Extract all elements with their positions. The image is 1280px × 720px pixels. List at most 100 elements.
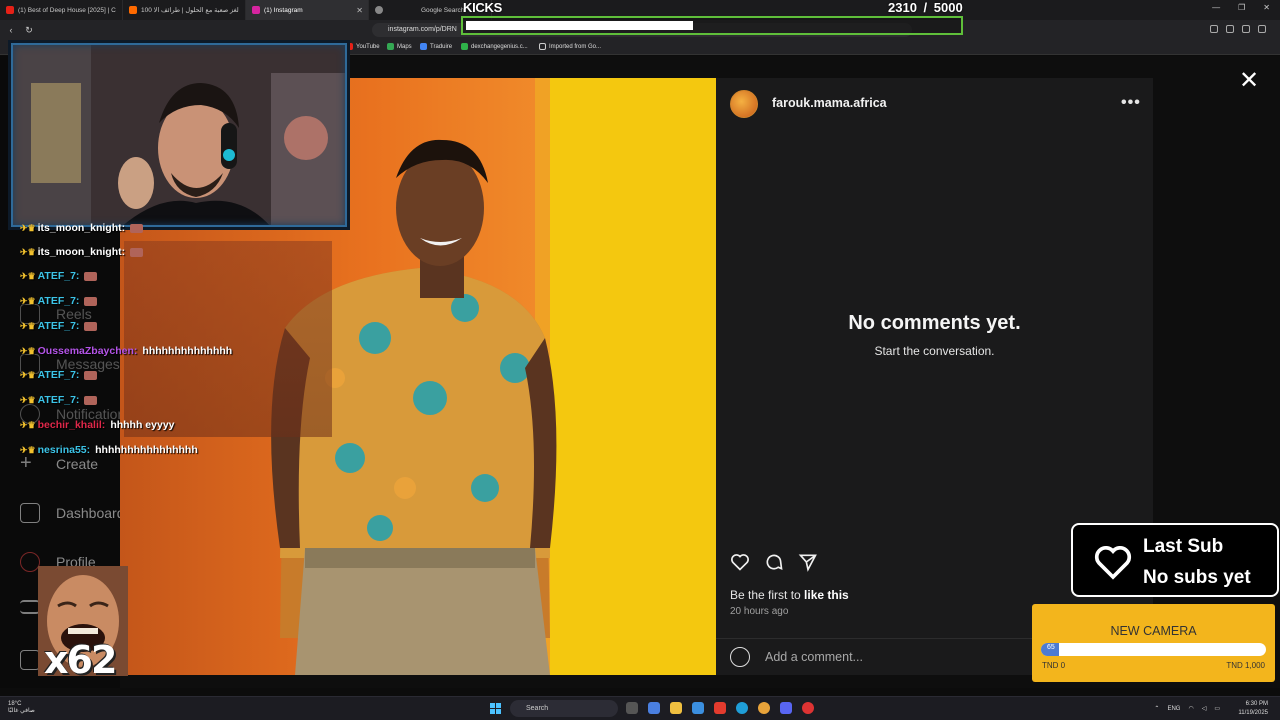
close-window-icon[interactable]: ✕ (1263, 3, 1270, 12)
battery-icon[interactable]: ▭ (1214, 705, 1220, 712)
close-modal-icon[interactable]: ✕ (1238, 69, 1260, 93)
copilot-icon[interactable] (648, 702, 660, 714)
windows-taskbar: 18°C صافي غالبًا Search ⌃ ENG ◠ ◁ ▭ 6:30… (0, 696, 1280, 720)
brave-browser-icon[interactable] (714, 702, 726, 714)
kicks-current: 2310 (888, 0, 917, 15)
chat-emote-icon (130, 247, 144, 257)
sidebar-item-more[interactable] (20, 600, 40, 614)
toolbar-icons (1210, 25, 1266, 33)
chat-username: nesrina55: (37, 444, 91, 456)
kicks-separator: / (923, 0, 928, 15)
chat-emote-icon (84, 321, 98, 331)
grid-icon (20, 650, 40, 670)
tab-riddles[interactable]: 100 لغز صعبة مع الحلول | طرائف الا (123, 0, 246, 20)
taskbar-clock[interactable]: 6:30 PM 11/19/2025 (1238, 700, 1268, 718)
chat-background (124, 241, 332, 437)
system-tray: ⌃ ENG ◠ ◁ ▭ (1154, 705, 1220, 713)
minimize-icon[interactable]: — (1212, 3, 1220, 12)
sidebar-label: Create (56, 456, 99, 472)
add-comment-input[interactable]: Add a comment... (765, 650, 863, 664)
chat-badge-icon: ✈♛ (20, 295, 36, 306)
donation-goal-current: 65 (1047, 644, 1055, 651)
tab-instagram[interactable]: (1) Instagram ✕ (246, 0, 369, 20)
chrome-icon[interactable] (758, 702, 770, 714)
extension-icon[interactable] (1210, 25, 1218, 33)
author-avatar[interactable] (730, 90, 758, 118)
tab-title: Google Search (421, 6, 465, 14)
tab-deep-house[interactable]: (1) Best of Deep House [2025] | C (0, 0, 123, 20)
sidebar-item-also-from-meta[interactable] (20, 650, 40, 670)
checkmark-icon (461, 43, 468, 50)
profile-avatar-icon (20, 552, 40, 572)
windows-start-icon[interactable] (490, 703, 501, 714)
chat-emote-icon (130, 223, 144, 233)
bookmark-imported-folder[interactable]: Imported from Go... (539, 43, 601, 50)
weather-temp: 18°C (8, 701, 22, 707)
close-tab-icon[interactable]: ✕ (356, 6, 363, 15)
volume-icon[interactable]: ◁ (1202, 705, 1207, 712)
donation-goal-max: TND 1,000 (1226, 661, 1265, 670)
back-icon[interactable]: ‹ (4, 25, 18, 35)
last-sub-title: Last Sub (1143, 536, 1224, 557)
taskbar-apps (626, 702, 814, 714)
bookmark-youtube[interactable]: YouTube (346, 43, 380, 50)
menu-icon[interactable] (1258, 25, 1266, 33)
chat-badge-icon: ✈♛ (20, 320, 36, 331)
webcam-frame-border (11, 43, 347, 227)
no-comments-title: No comments yet. (848, 312, 1021, 334)
taskbar-search[interactable]: Search (510, 700, 618, 717)
wallet-icon[interactable] (1242, 25, 1250, 33)
translate-icon (420, 43, 427, 50)
obs-icon[interactable] (802, 702, 814, 714)
chat-badge-icon: ✈♛ (20, 270, 36, 281)
more-horizontal-icon[interactable]: ••• (1121, 94, 1141, 112)
sidebar-label: Dashboard (56, 505, 125, 521)
maps-icon (387, 43, 394, 50)
like-heart-icon[interactable] (730, 552, 750, 572)
tray-language[interactable]: ENG (1167, 706, 1180, 712)
edge-icon[interactable] (736, 702, 748, 714)
google-favicon-icon (375, 6, 383, 14)
discord-icon[interactable] (780, 702, 792, 714)
likes-prefix: Be the first to (730, 588, 801, 602)
sidebar-item-dashboard[interactable]: Dashboard (20, 503, 125, 523)
bookmark-traduire[interactable]: Traduire (420, 43, 452, 50)
bookmark-label: YouTube (356, 43, 380, 50)
sidebar-item-create[interactable]: + Create (20, 453, 99, 474)
bookmark-label: Maps (397, 43, 412, 50)
emoji-icon[interactable] (730, 647, 750, 667)
folder-icon (539, 43, 546, 50)
task-view-icon[interactable] (626, 702, 638, 714)
like-this-link[interactable]: like this (804, 588, 849, 602)
tray-chevron-icon[interactable]: ⌃ (1154, 705, 1159, 712)
file-explorer-icon[interactable] (670, 702, 682, 714)
tab-title: 100 لغز صعبة مع الحلول | طرائف الا (141, 7, 239, 14)
chat-username: ATEF_7: (37, 320, 80, 332)
share-send-icon[interactable] (798, 552, 818, 572)
author-username[interactable]: farouk.mama.africa (772, 96, 887, 110)
restore-icon[interactable]: ❐ (1238, 3, 1245, 12)
meme-counter-text: x62 (44, 638, 117, 682)
taskbar-search-label: Search (526, 705, 549, 712)
chat-message: ✈♛ nesrina55: hhhhhhhhhhhhhhhh (20, 444, 198, 456)
tab-title: (1) Best of Deep House [2025] | C (18, 6, 116, 14)
reload-icon[interactable]: ↻ (22, 25, 36, 36)
weather-widget[interactable]: 18°C صافي غالبًا (8, 701, 35, 715)
chat-message: ✈♛ its_moon_knight: (20, 246, 144, 258)
mail-icon[interactable] (692, 702, 704, 714)
comment-bubble-icon[interactable] (764, 552, 784, 572)
tab-title: (1) Instagram (264, 6, 303, 14)
dashboard-icon (20, 503, 40, 523)
chat-message: ✈♛ ATEF_7: (20, 369, 98, 381)
chat-message: ✈♛ bechir_khalil: hhhhh eyyyy (20, 419, 175, 431)
donation-goal-widget: NEW CAMERA 65 TND 0 TND 1,000 (1032, 604, 1275, 682)
chat-message: ✈♛ ATEF_7: (20, 270, 98, 282)
bookmark-dexchange[interactable]: dexchangegenius.c... (461, 43, 528, 50)
wifi-icon[interactable]: ◠ (1188, 705, 1193, 712)
chat-message: ✈♛ ATEF_7: (20, 394, 98, 406)
chat-emote-icon (84, 395, 98, 405)
bookmark-maps[interactable]: Maps (387, 43, 412, 50)
sidebar-icon[interactable] (1226, 25, 1234, 33)
chat-text: hhhhh eyyyy (110, 419, 175, 431)
chat-username: ATEF_7: (37, 369, 80, 381)
